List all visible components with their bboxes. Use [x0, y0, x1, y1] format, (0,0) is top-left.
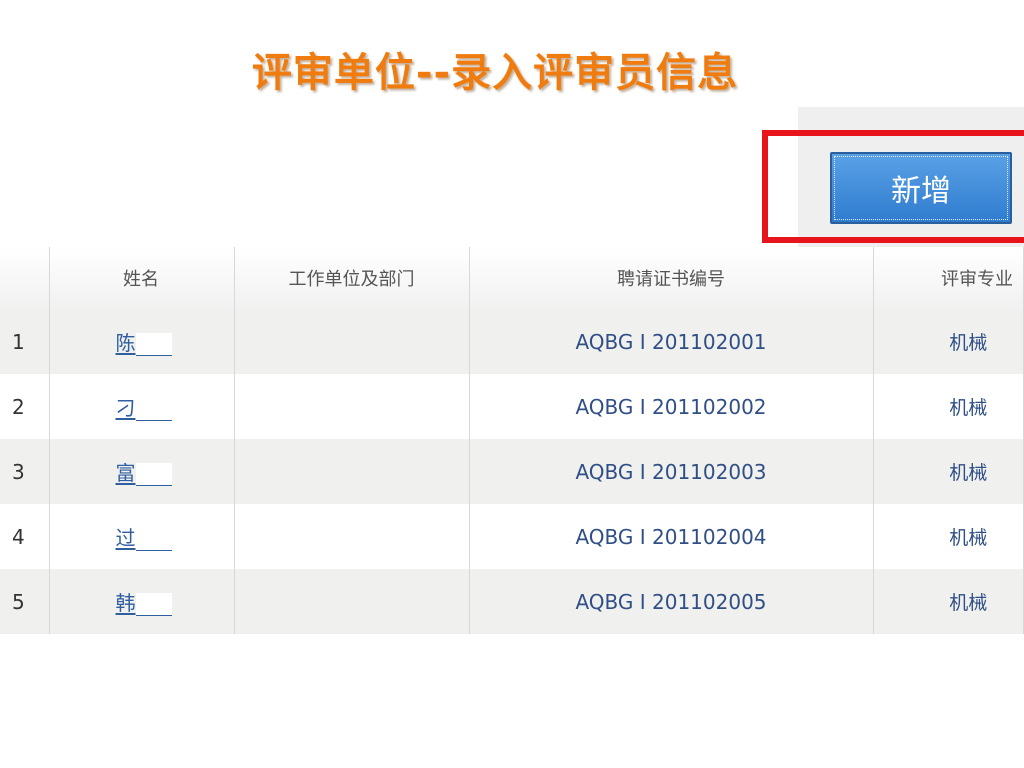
table-row: 5 韩 AQBG I 201102005 机械: [0, 569, 1024, 634]
table-row: 1 陈 AQBG I 201102001 机械: [0, 309, 1024, 374]
major-cell: 机械: [873, 504, 1024, 569]
work-unit-cell: [234, 504, 470, 569]
column-header-cert[interactable]: 聘请证书编号: [469, 247, 874, 309]
redaction-mask: [135, 593, 172, 616]
major-cell: 机械: [873, 374, 1024, 439]
reviewer-name-link[interactable]: 刁: [116, 392, 178, 421]
reviewer-name-link[interactable]: 过: [116, 522, 178, 551]
slide-title: 评审单位--录入评审员信息: [251, 50, 739, 96]
reviewer-name-link[interactable]: 富: [116, 457, 178, 486]
cert-number-cell: AQBG I 201102003: [469, 439, 874, 504]
work-unit-cell: [234, 374, 470, 439]
redaction-mask: [135, 528, 172, 551]
row-index: 2: [0, 374, 50, 439]
column-header-unit[interactable]: 工作单位及部门: [234, 247, 470, 309]
major-cell: 机械: [873, 309, 1024, 374]
table-row: 3 富 AQBG I 201102003 机械: [0, 439, 1024, 504]
cert-number-cell: AQBG I 201102005: [469, 569, 874, 634]
row-index: 5: [0, 569, 50, 634]
cert-number-cell: AQBG I 201102004: [469, 504, 874, 569]
add-button[interactable]: 新增: [830, 152, 1012, 224]
column-header-major[interactable]: 评审专业: [873, 247, 1024, 309]
column-header-name[interactable]: 姓名: [49, 247, 235, 309]
table-row: 4 过 AQBG I 201102004 机械: [0, 504, 1024, 569]
column-header-index: [0, 247, 50, 309]
row-index: 4: [0, 504, 50, 569]
table-row: 2 刁 AQBG I 201102002 机械: [0, 374, 1024, 439]
row-index: 3: [0, 439, 50, 504]
major-cell: 机械: [873, 439, 1024, 504]
reviewer-table: 姓名 工作单位及部门 聘请证书编号 评审专业 1 陈 AQBG I 201102…: [0, 247, 1024, 634]
row-index: 1: [0, 309, 50, 374]
work-unit-cell: [234, 569, 470, 634]
cert-number-cell: AQBG I 201102002: [469, 374, 874, 439]
major-cell: 机械: [873, 569, 1024, 634]
work-unit-cell: [234, 439, 470, 504]
redaction-mask: [135, 398, 172, 421]
redaction-mask: [135, 333, 172, 356]
reviewer-name-link[interactable]: 韩: [116, 587, 178, 616]
table-header-row: 姓名 工作单位及部门 聘请证书编号 评审专业: [0, 247, 1024, 309]
reviewer-name-link[interactable]: 陈: [116, 327, 178, 356]
redaction-mask: [135, 463, 172, 486]
cert-number-cell: AQBG I 201102001: [469, 309, 874, 374]
work-unit-cell: [234, 309, 470, 374]
